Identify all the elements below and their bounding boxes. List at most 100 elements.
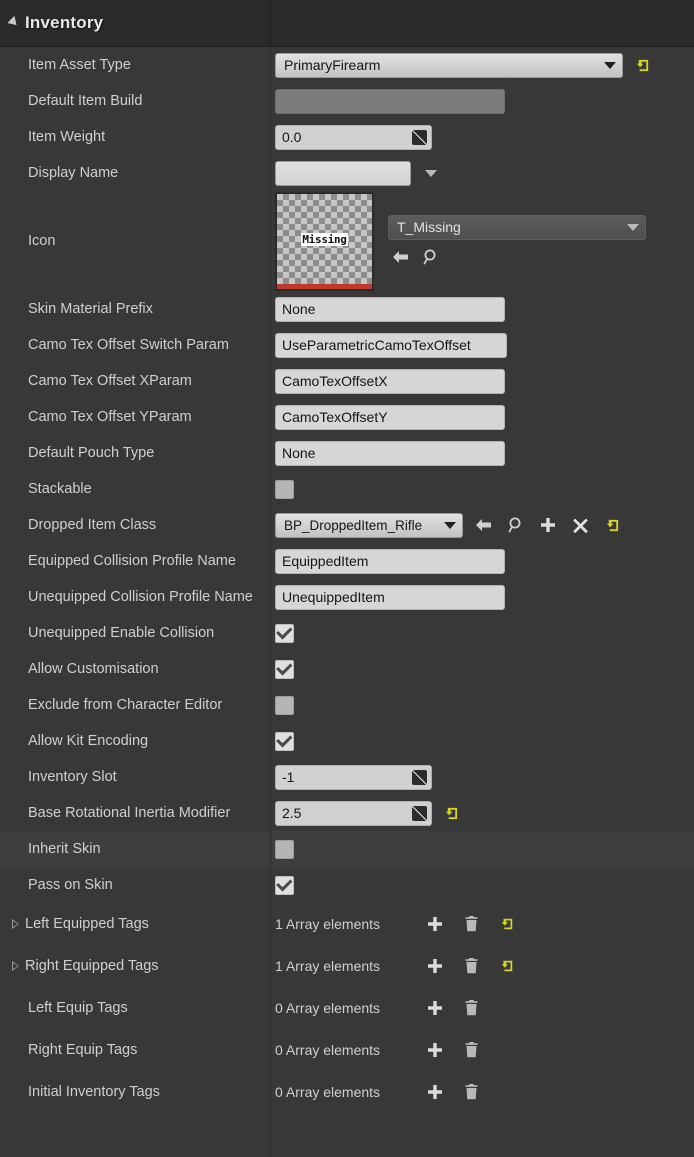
chevron-down-icon[interactable] [425,169,437,177]
chevron-down-icon [627,223,639,231]
property-label: Default Item Build [28,93,143,109]
reset-to-default-icon[interactable] [631,54,653,76]
column-divider [270,507,271,543]
add-element-icon[interactable] [424,913,446,935]
field-value: EquippedItem [282,553,369,569]
display-name-field[interactable] [275,160,411,186]
field-value: 0.0 [282,129,302,145]
browse-back-icon[interactable] [473,514,495,536]
reset-to-default-icon[interactable] [496,913,518,935]
row-unequipped-enable-collision: Unequipped Enable Collision [0,615,694,651]
default-pouch-type-input[interactable]: None [275,440,505,466]
field-value: -1 [282,769,295,785]
property-label: Camo Tex Offset YParam [28,409,192,425]
drag-handle-icon[interactable] [412,129,427,145]
search-icon[interactable] [420,246,442,268]
pass-on-skin-checkbox[interactable] [275,875,294,895]
property-label: Inventory Slot [28,769,117,785]
dropdown-value: BP_DroppedItem_Rifle [284,517,423,533]
column-divider [270,327,271,363]
dropdown-value: T_Missing [397,219,461,235]
item-asset-type-dropdown[interactable]: PrimaryFirearm [275,52,623,78]
column-divider [270,903,271,945]
property-label: Base Rotational Inertia Modifier [28,805,231,821]
delete-icon[interactable] [460,955,482,977]
column-divider [270,363,271,399]
icon-thumbnail[interactable]: Missing [275,191,374,291]
field-value: 2.5 [282,805,302,821]
allow-customisation-checkbox[interactable] [275,659,294,679]
equipped-collision-profile-name-input[interactable]: EquippedItem [275,548,505,574]
item-weight-input[interactable]: 0.0 [275,124,432,150]
row-camo-tex-offset-xparam: Camo Tex Offset XParam CamoTexOffsetX [0,363,694,399]
camo-tex-offset-xparam-input[interactable]: CamoTexOffsetX [275,368,505,394]
exclude-from-character-editor-checkbox[interactable] [275,695,294,715]
dropped-item-class-dropdown[interactable]: BP_DroppedItem_Rifle [275,512,463,538]
column-divider [270,945,271,987]
property-label: Left Equipped Tags [25,916,149,932]
reset-to-default-icon[interactable] [601,514,623,536]
property-label: Right Equip Tags [28,1042,138,1058]
triangle-down-icon[interactable] [7,15,21,29]
unequipped-collision-profile-name-input[interactable]: UnequippedItem [275,584,505,610]
skin-material-prefix-input[interactable]: None [275,296,505,322]
column-divider [270,987,271,1029]
unequipped-enable-collision-checkbox[interactable] [275,623,294,643]
array-element-count: 1 Array elements [275,916,381,932]
array-element-count: 0 Array elements [275,1042,381,1058]
inventory-slot-input[interactable]: -1 [275,764,432,790]
camo-tex-offset-yparam-input[interactable]: CamoTexOffsetY [275,404,505,430]
add-element-icon[interactable] [424,1039,446,1061]
add-element-icon[interactable] [424,955,446,977]
property-label: Dropped Item Class [28,517,157,533]
delete-icon[interactable] [460,1081,482,1103]
delete-icon[interactable] [460,1039,482,1061]
property-label: Exclude from Character Editor [28,697,223,713]
search-icon[interactable] [505,514,527,536]
column-divider [270,47,271,83]
add-element-icon[interactable] [424,1081,446,1103]
row-icon: Icon Missing T_Missing [0,191,694,291]
column-divider [270,795,271,831]
add-icon[interactable] [537,514,559,536]
allow-kit-encoding-checkbox[interactable] [275,731,294,751]
array-element-count: 0 Array elements [275,1000,381,1016]
add-element-icon[interactable] [424,997,446,1019]
column-divider [270,1071,271,1113]
default-item-build-field[interactable] [275,88,505,114]
stackable-checkbox[interactable] [275,479,294,499]
delete-icon[interactable] [460,997,482,1019]
column-divider [270,543,271,579]
column-divider [270,1029,271,1071]
base-rotational-inertia-modifier-input[interactable]: 2.5 [275,800,432,826]
row-inherit-skin: Inherit Skin [0,831,694,867]
category-header-inventory[interactable]: Inventory [0,0,694,47]
column-divider [270,435,271,471]
triangle-right-icon[interactable] [12,919,19,929]
camo-tex-offset-switch-param-input[interactable]: UseParametricCamoTexOffset [275,332,507,358]
property-label: Camo Tex Offset Switch Param [28,337,229,353]
column-divider [270,1113,271,1157]
icon-asset-dropdown[interactable]: T_Missing [388,214,646,240]
reset-to-default-icon[interactable] [496,955,518,977]
property-label: Unequipped Collision Profile Name [28,589,253,605]
column-divider [270,0,271,46]
property-label-group[interactable]: Right Equipped Tags [0,958,270,974]
drag-handle-icon[interactable] [412,805,427,821]
clear-icon[interactable] [569,514,591,536]
reset-to-default-icon[interactable] [440,802,462,824]
drag-handle-icon[interactable] [412,769,427,785]
column-divider [270,723,271,759]
inventory-details-panel: Inventory Item Asset Type PrimaryFirearm… [0,0,694,1157]
property-label-group[interactable]: Left Equipped Tags [0,916,270,932]
property-label: Unequipped Enable Collision [28,625,215,641]
inherit-skin-checkbox[interactable] [275,839,294,859]
browse-back-icon[interactable] [390,246,412,268]
array-element-count: 1 Array elements [275,958,381,974]
column-divider [270,399,271,435]
triangle-right-icon[interactable] [12,961,19,971]
dropdown-value: PrimaryFirearm [284,57,381,73]
delete-icon[interactable] [460,913,482,935]
column-divider [270,191,271,291]
chevron-down-icon [444,521,456,529]
